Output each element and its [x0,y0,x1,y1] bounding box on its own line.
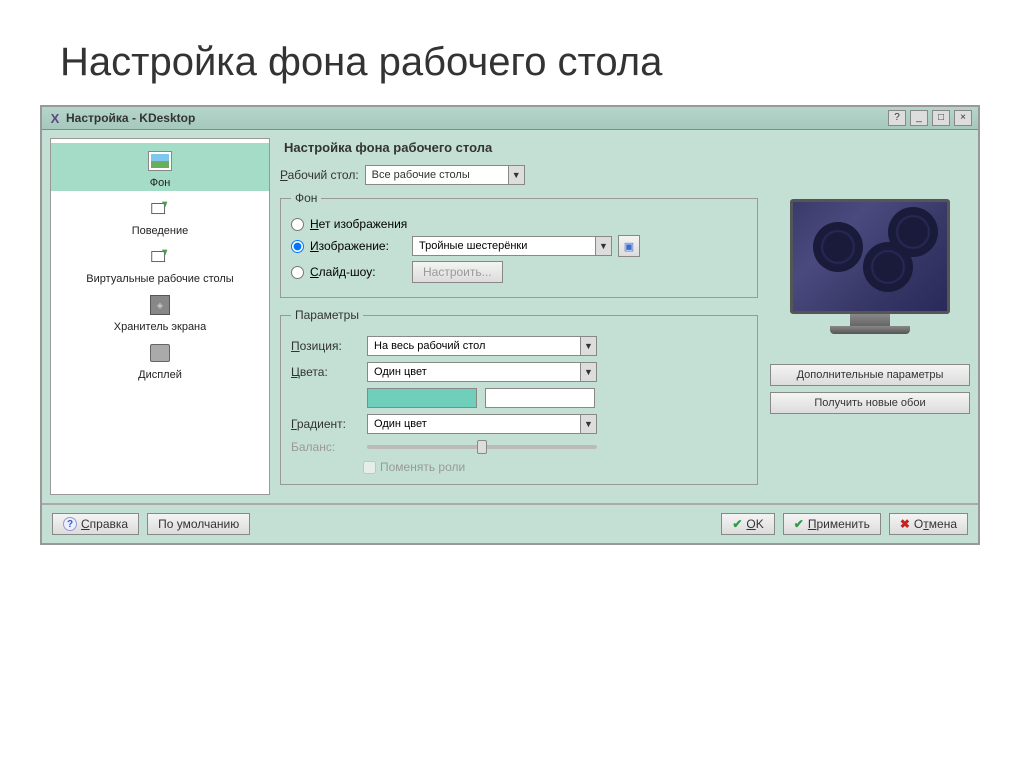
close-button[interactable]: × [954,110,972,126]
advanced-options-button[interactable]: Дополнительные параметры [770,364,970,386]
gradient-combo-value: Один цвет [368,418,580,430]
sidebar: Фон Поведение Виртуальные рабочие столы … [50,138,270,495]
sidebar-item-label: Виртуальные рабочие столы [57,273,263,285]
apply-button[interactable]: ✔ Применить [783,513,881,535]
image-radio[interactable] [291,240,304,253]
cancel-button[interactable]: ✖ Отмена [889,513,968,535]
main-panel: Настройка фона рабочего стола Рабочий ст… [280,138,970,495]
chevron-down-icon: ▼ [508,166,524,184]
slideshow-label: Слайд-шоу: [310,265,406,279]
virtual-desktops-icon [146,243,174,271]
browse-image-button[interactable]: ▣ [618,235,640,257]
screensaver-icon: ◈ [146,291,174,319]
app-icon: X [48,111,62,125]
check-icon: ✔ [794,517,804,531]
ok-button-label: OK [746,517,763,531]
position-label: Позиция: [291,339,359,353]
gradient-combo[interactable]: Один цвет ▼ [367,414,597,434]
configure-slideshow-button: Настроить... [412,261,503,283]
gradient-label: Градиент: [291,417,359,431]
colors-combo[interactable]: Один цвет ▼ [367,362,597,382]
background-legend: Фон [291,191,321,205]
image-combo-value: Тройные шестерёнки [413,240,595,252]
chevron-down-icon: ▼ [595,237,611,255]
sidebar-item-label: Фон [57,177,263,189]
cancel-button-label: Отмена [914,517,957,531]
minimize-button[interactable]: _ [910,110,928,126]
sidebar-item-screensaver[interactable]: ◈ Хранитель экрана [51,287,269,335]
sidebar-item-virtual-desktops[interactable]: Виртуальные рабочие столы [51,239,269,287]
help-button[interactable]: ? [888,110,906,126]
sidebar-item-background[interactable]: Фон [51,143,269,191]
photo-icon [146,147,174,175]
balance-label: Баланс: [291,440,359,454]
sidebar-item-display[interactable]: Дисплей [51,335,269,383]
defaults-button[interactable]: По умолчанию [147,513,250,535]
desktop-combo-value: Все рабочие столы [366,169,508,181]
sidebar-item-label: Поведение [57,225,263,237]
position-combo-value: На весь рабочий стол [368,340,580,352]
titlebar: X Настройка - KDesktop ? _ □ × [42,107,978,130]
balance-slider [367,445,597,449]
desktop-combo[interactable]: Все рабочие столы ▼ [365,165,525,185]
colors-combo-value: Один цвет [368,366,580,378]
parameters-legend: Параметры [291,308,363,322]
folder-icon: ▣ [624,240,634,253]
question-icon: ? [63,517,77,531]
get-wallpapers-button[interactable]: Получить новые обои [770,392,970,414]
display-icon [146,339,174,367]
dialog-footer: ? Справка По умолчанию ✔ OK ✔ Применить … [42,503,978,543]
settings-window: X Настройка - KDesktop ? _ □ × Фон Повед… [40,105,980,545]
chevron-down-icon: ▼ [580,363,596,381]
no-image-radio[interactable] [291,218,304,231]
wallpaper-preview [783,199,958,354]
slider-thumb [477,440,487,454]
panel-heading: Настройка фона рабочего стола [280,138,970,165]
sidebar-item-label: Хранитель экрана [57,321,263,333]
slide-title: Настройка фона рабочего стола [0,0,1024,105]
chevron-down-icon: ▼ [580,337,596,355]
chevron-down-icon: ▼ [580,415,596,433]
sidebar-item-behavior[interactable]: Поведение [51,191,269,239]
swap-roles-label: Поменять роли [380,460,465,474]
ok-button[interactable]: ✔ OK [721,513,774,535]
help-button[interactable]: ? Справка [52,513,139,535]
background-group: Фон Нет изображения Изображение: Тройные… [280,191,758,298]
maximize-button[interactable]: □ [932,110,950,126]
position-combo[interactable]: На весь рабочий стол ▼ [367,336,597,356]
image-label: Изображение: [310,239,406,253]
desktop-label: Рабочий стол: [280,168,359,182]
apply-button-label: Применить [808,517,870,531]
no-image-label: Нет изображения [310,217,407,231]
image-combo[interactable]: Тройные шестерёнки ▼ [412,236,612,256]
behavior-icon [146,195,174,223]
check-icon: ✔ [732,517,742,531]
preview-screen [790,199,950,314]
primary-color-swatch[interactable] [367,388,477,408]
parameters-group: Параметры Позиция: На весь рабочий стол … [280,308,758,485]
swap-roles-checkbox [363,461,376,474]
x-icon: ✖ [900,517,910,531]
window-title: Настройка - KDesktop [66,111,195,125]
slideshow-radio[interactable] [291,266,304,279]
help-button-label: Справка [81,517,128,531]
sidebar-item-label: Дисплей [57,369,263,381]
secondary-color-swatch[interactable] [485,388,595,408]
colors-label: Цвета: [291,365,359,379]
